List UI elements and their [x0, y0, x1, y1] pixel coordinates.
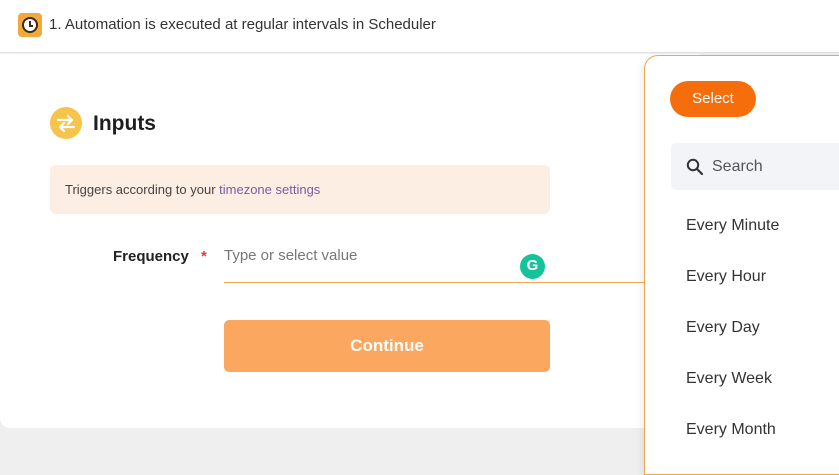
automation-step-title: 1. Automation is executed at regular int… [49, 16, 436, 33]
frequency-dropdown-panel [644, 55, 839, 475]
option-every-hour[interactable]: Every Hour [686, 268, 766, 286]
frequency-label: Frequency [113, 248, 189, 265]
option-every-week[interactable]: Every Week [686, 370, 772, 388]
search-icon [686, 158, 704, 176]
frequency-input[interactable] [224, 240, 644, 283]
required-asterisk: * [201, 248, 207, 265]
grammarly-icon[interactable]: G [520, 254, 545, 279]
continue-button[interactable]: Continue [224, 320, 550, 372]
search-placeholder: Search [712, 158, 763, 175]
select-button[interactable]: Select [670, 81, 756, 117]
option-every-minute[interactable]: Every Minute [686, 217, 779, 235]
option-every-month[interactable]: Every Month [686, 421, 776, 439]
scheduler-clock-icon [18, 13, 42, 37]
timezone-settings-link[interactable]: timezone settings [219, 182, 320, 197]
option-every-day[interactable]: Every Day [686, 319, 760, 337]
info-prefix: Triggers according to your [65, 182, 220, 197]
swap-arrows-icon [50, 107, 82, 139]
timezone-info-text: Triggers according to your timezone sett… [65, 182, 320, 197]
inputs-heading: Inputs [93, 112, 156, 135]
